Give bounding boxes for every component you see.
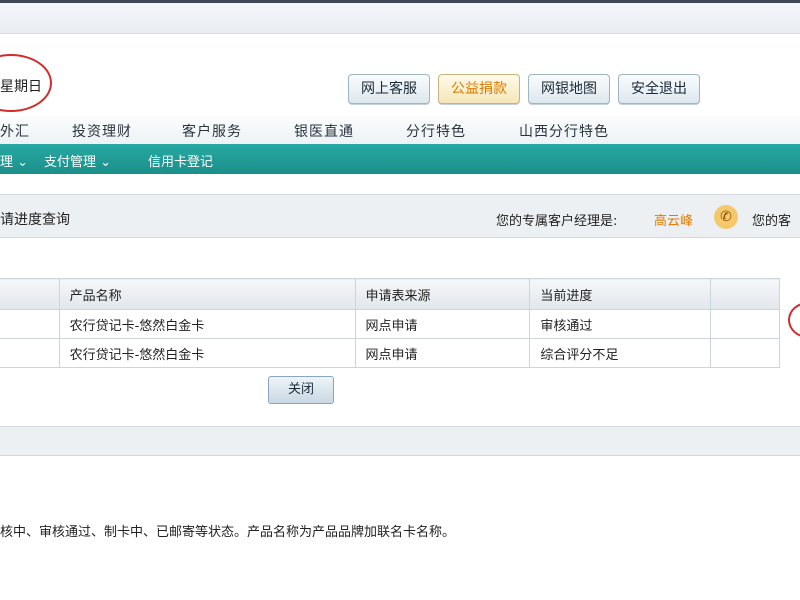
- manager-name-link[interactable]: 高云峰: [654, 210, 693, 229]
- table-cell-source: 网点申请: [354, 309, 531, 339]
- chevron-down-icon: ⌄: [100, 155, 112, 170]
- nav-branch-features[interactable]: 分行特色: [406, 121, 466, 141]
- table-cell: [709, 338, 781, 368]
- page-title: 请进度查询: [0, 212, 70, 228]
- status-note: 核中、审核通过、制卡中、已邮寄等状态。产品名称为产品品牌加联名卡名称。: [0, 525, 456, 540]
- annotation-circle: [0, 54, 52, 112]
- nav-shanxi-features[interactable]: 山西分行特色: [519, 121, 609, 141]
- table-cell-product: 农行贷记卡-悠然白金卡: [58, 338, 356, 368]
- browser-top-strip: [0, 0, 800, 34]
- section-header: 请进度查询 您的专属客户经理是: 高云峰 ✆ 您的客: [0, 194, 800, 238]
- subnav-manage-label: 理: [0, 155, 14, 170]
- table-row: 农行贷记卡-悠然白金卡 网点申请 综合评分不足: [0, 338, 781, 368]
- header-buttons: 网上客服 公益捐款 网银地图 安全退出: [348, 74, 700, 104]
- online-service-button[interactable]: 网上客服: [348, 74, 430, 104]
- progress-table: 产品名称 申请表来源 当前进度 农行贷记卡-悠然白金卡 网点申请 审核通过 农行…: [0, 278, 781, 368]
- sub-nav: 理 ⌄ 支付管理 ⌄ 信用卡登记: [0, 144, 800, 174]
- table-row: 农行贷记卡-悠然白金卡 网点申请 审核通过: [0, 309, 781, 339]
- col-header-extra: [709, 278, 781, 310]
- chevron-down-icon: ⌄: [17, 155, 29, 170]
- nav-investment[interactable]: 投资理财: [72, 121, 132, 141]
- close-button[interactable]: 关闭: [268, 376, 334, 404]
- table-cell: [709, 309, 781, 339]
- annotation-circle: [788, 302, 800, 338]
- table-cell: [0, 309, 60, 339]
- bank-map-button[interactable]: 网银地图: [528, 74, 610, 104]
- safe-logout-button[interactable]: 安全退出: [618, 74, 700, 104]
- table-cell-progress: 综合评分不足: [529, 338, 711, 368]
- charity-donation-button[interactable]: 公益捐款: [438, 74, 520, 104]
- col-header-product: 产品名称: [58, 278, 356, 310]
- nav-bank-medical[interactable]: 银医直通: [294, 121, 354, 141]
- col-header-source: 申请表来源: [354, 278, 531, 310]
- main-nav: 外汇 投资理财 客户服务 银医直通 分行特色 山西分行特色: [0, 116, 800, 144]
- manager-label-2: 您的客: [752, 214, 792, 229]
- table-header-row: 产品名称 申请表来源 当前进度: [0, 278, 781, 310]
- table-cell: [0, 338, 60, 368]
- subnav-payment[interactable]: 支付管理 ⌄: [44, 151, 111, 170]
- panel-footer-bar: [0, 426, 800, 456]
- phone-icon[interactable]: ✆: [714, 205, 738, 229]
- table-cell-progress: 审核通过: [529, 309, 711, 339]
- col-header-progress: 当前进度: [529, 278, 711, 310]
- subnav-credit-card-register[interactable]: 信用卡登记: [148, 151, 213, 170]
- col-header: [0, 278, 60, 310]
- table-cell-product: 农行贷记卡-悠然白金卡: [58, 309, 356, 339]
- subnav-manage[interactable]: 理 ⌄: [0, 151, 28, 170]
- subnav-payment-label: 支付管理: [44, 155, 97, 170]
- nav-forex[interactable]: 外汇: [0, 121, 30, 141]
- nav-customer-service[interactable]: 客户服务: [182, 121, 242, 141]
- manager-label: 您的专属客户经理是:: [496, 214, 618, 229]
- table-cell-source: 网点申请: [354, 338, 531, 368]
